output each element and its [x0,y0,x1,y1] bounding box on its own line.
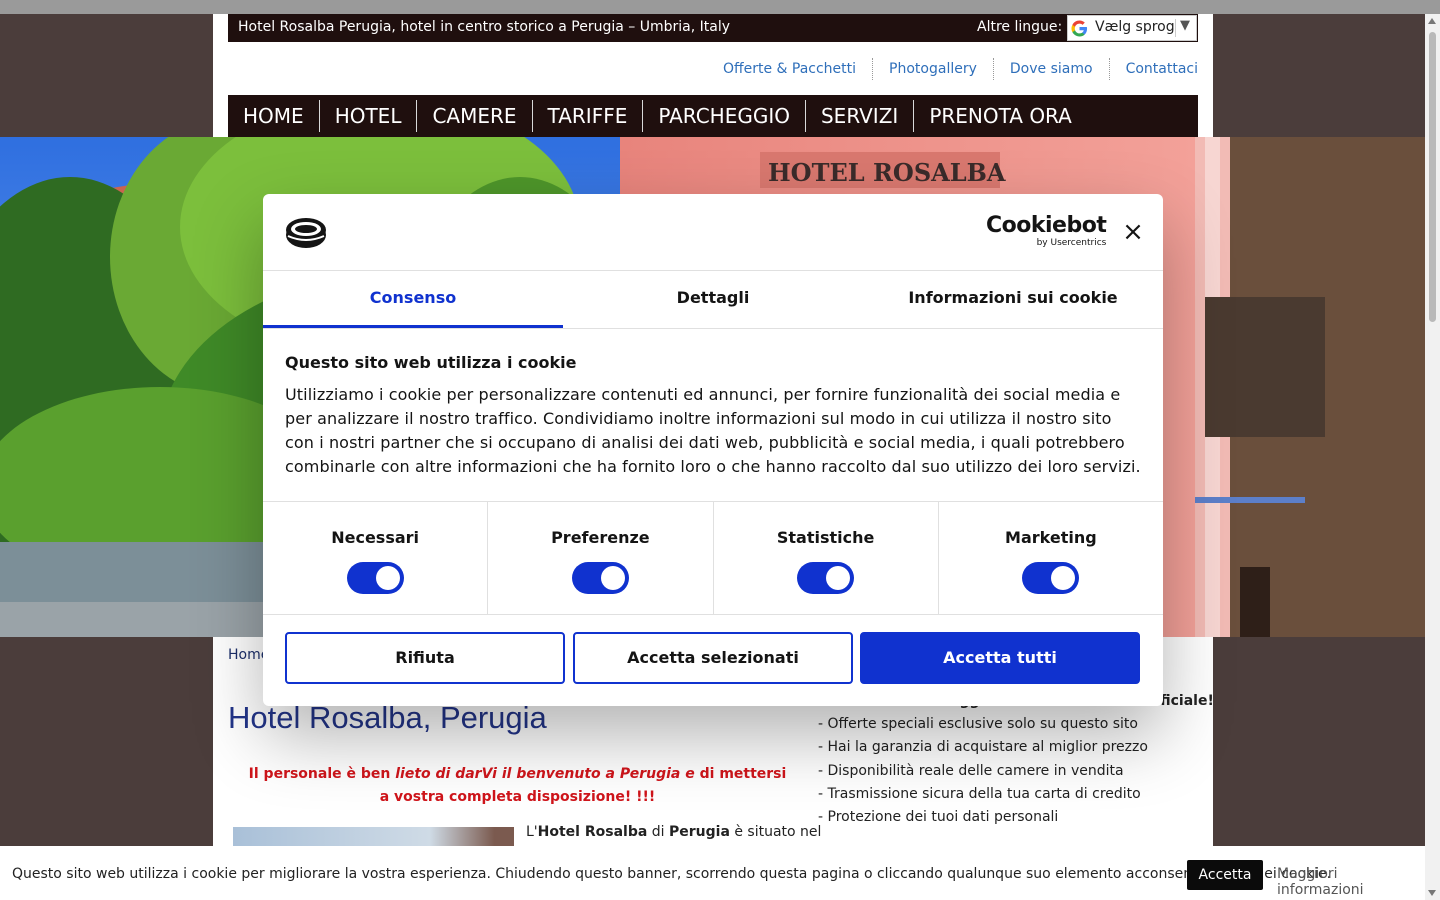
toggle-necessari[interactable] [346,562,404,594]
category-statistiche: Statistiche [714,502,939,614]
nav-item-hotel[interactable]: HOTEL [320,100,418,132]
reject-button[interactable]: Rifiuta [285,632,565,684]
dialog-body-text: Utilizziamo i cookie per personalizzare … [285,385,1141,476]
welcome-text-b: lieto di darVi il benvenuto a Perugia e [395,766,695,782]
language-select-divider [1175,19,1176,37]
util-link-offerte[interactable]: Offerte & Pacchetti [707,58,872,80]
scroll-up-icon[interactable] [1428,18,1436,24]
category-label: Necessari [331,528,420,547]
browser-top-strip [0,0,1440,14]
welcome-text-a: Il personale è ben [248,766,396,782]
cookie-banner-text: Questo sito web utilizza i cookie per mi… [12,866,1332,882]
accept-selected-button[interactable]: Accetta selezionati [573,632,853,684]
toggle-marketing[interactable] [1022,562,1080,594]
dialog-header: Cookiebot by Usercentrics × [263,194,1163,271]
cookiebot-logo: Cookiebot [986,213,1107,238]
category-label: Marketing [1005,528,1097,547]
nav-item-parcheggio[interactable]: PARCHEGGIO [643,100,806,132]
nav-item-camere[interactable]: CAMERE [417,100,533,132]
welcome-text: Il personale è ben lieto di darVi il ben… [245,763,790,809]
util-link-dove-siamo[interactable]: Dove siamo [992,58,1109,80]
intro-image [233,827,514,847]
cookie-banner-more-link[interactable]: Maggiori informazioni [1277,866,1425,898]
category-preferenze: Preferenze [488,502,714,614]
toggle-knob [1051,566,1076,590]
toggle-preferenze[interactable] [571,562,629,594]
intro-text-c: di [647,824,669,840]
accept-all-button[interactable]: Accetta tutti [860,632,1140,684]
category-marketing: Marketing [939,502,1163,614]
language-select-label: Vælg sprog [1095,19,1175,35]
util-link-photogallery[interactable]: Photogallery [872,58,993,80]
intro-city: Perugia [669,824,730,840]
toggle-knob [826,566,851,590]
benefit-item: - Protezione dei tuoi dati personali [818,809,1059,826]
tab-informazioni[interactable]: Informazioni sui cookie [863,271,1163,328]
cookie-logo-icon [286,218,326,248]
nav-item-servizi[interactable]: SERVIZI [806,100,915,132]
toggle-statistiche[interactable] [797,562,855,594]
consent-categories: Necessari Preferenze Statistiche Marketi… [263,501,1163,615]
toggle-knob [600,566,625,590]
scroll-down-icon[interactable] [1428,890,1436,896]
close-icon[interactable]: × [1121,219,1145,245]
intro-text-e: è situato nel [729,824,822,840]
dialog-heading: Questo sito web utilizza i cookie [285,353,577,372]
cookiebot-brand: Cookiebot by Usercentrics [986,213,1107,249]
scroll-thumb[interactable] [1429,32,1436,322]
benefit-item: - Trasmissione sicura della tua carta di… [818,785,1141,802]
nav-item-home[interactable]: HOME [228,100,320,132]
cookie-banner: Questo sito web utilizza i cookie per mi… [0,846,1425,900]
hero-sign: HOTEL ROSALBA [768,158,1006,187]
intro-text-a: L' [526,824,538,840]
util-link-contattaci[interactable]: Contattaci [1108,58,1198,80]
language-select[interactable]: Vælg sprog ▼ [1067,15,1197,41]
main-nav: HOME HOTEL CAMERE TARIFFE PARCHEGGIO SER… [228,95,1198,137]
site-tagline: Hotel Rosalba Perugia, hotel in centro s… [238,19,730,35]
intro-text: L'Hotel Rosalba di Perugia è situato nel [526,824,821,840]
benefits-list: - Prenota il tuo soggiorno sul nostro si… [818,690,1214,829]
cookiebot-by: by Usercentrics [1036,238,1107,248]
cookie-banner-accept-button[interactable]: Accetta [1187,860,1263,890]
category-label: Statistiche [776,528,875,547]
benefit-item: - Hai la garanzia di acquistare al migli… [818,739,1148,756]
cookie-consent-dialog: Cookiebot by Usercentrics × Consenso Det… [263,194,1163,706]
nav-item-tariffe[interactable]: TARIFFE [533,100,644,132]
nav-item-prenota-ora[interactable]: PRENOTA ORA [914,100,1087,132]
altre-lingue-label: Altre lingue: [977,19,1063,35]
toggle-knob [375,566,400,590]
chevron-down-icon: ▼ [1180,18,1190,33]
utility-nav: Offerte & Pacchetti Photogallery Dove si… [707,58,1198,80]
benefit-item: - Offerte speciali esclusive solo su que… [818,716,1138,732]
category-necessari: Necessari [263,502,489,614]
benefit-item: - Disponibilità reale delle camere in ve… [818,762,1124,779]
intro-hotel-name: Hotel Rosalba [537,824,648,840]
tab-dettagli[interactable]: Dettagli [563,271,863,328]
scrollbar[interactable] [1425,14,1440,900]
google-icon [1071,20,1088,37]
tab-consenso[interactable]: Consenso [263,271,563,328]
top-header-bar: Hotel Rosalba Perugia, hotel in centro s… [228,14,1198,42]
dialog-tabs: Consenso Dettagli Informazioni sui cooki… [263,271,1163,329]
category-label: Preferenze [551,528,650,547]
